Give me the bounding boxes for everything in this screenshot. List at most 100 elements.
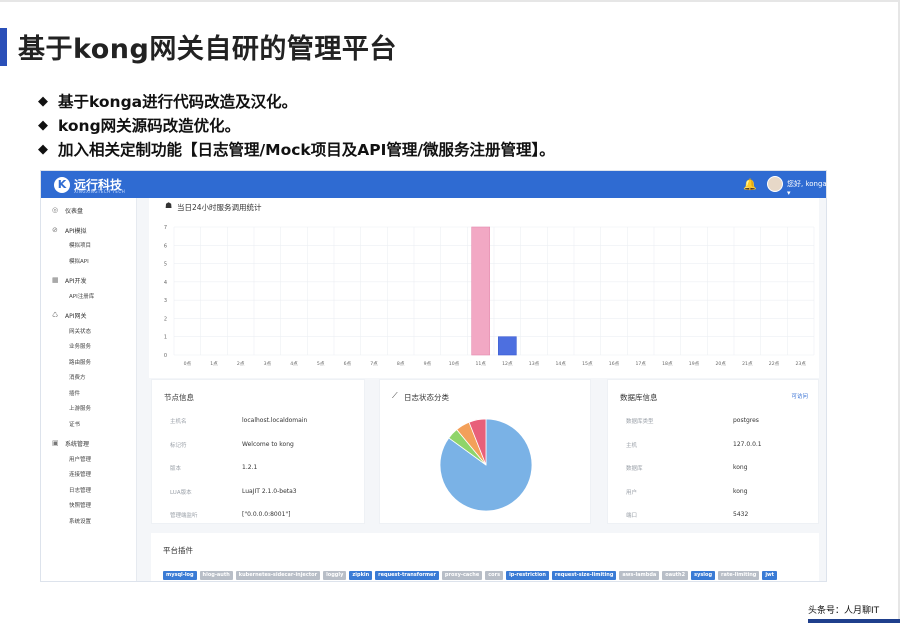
dashboard-icon: ◎ [52,206,59,214]
x-tick-label: 3点 [264,361,272,367]
y-tick-label: 2 [164,316,167,322]
sidebar-subitem[interactable]: 用户管理 [69,455,91,463]
plugin-tag[interactable]: syslog [691,571,716,580]
bell-icon[interactable]: 🔔 [743,178,757,191]
x-tick-label: 11点 [475,361,486,367]
x-tick-label: 18点 [662,361,673,367]
footer-line [808,619,900,623]
info-value: 127.0.0.1 [733,440,762,448]
y-tick-label: 7 [164,225,167,231]
x-tick-label: 15点 [582,361,593,367]
sidebar-item-label: API开发 [65,278,87,285]
db-info-title: 数据库信息 [620,393,658,402]
sidebar: ◎ 仪表盘 ⊘ API模拟 模拟项目 模拟API ▦ API开发 API注册库 ♺ API网关 网关状… [41,198,137,581]
info-value: kong [733,464,748,471]
y-tick-label: 4 [164,280,167,286]
bar [471,226,490,356]
info-key: 标记符 [170,442,187,449]
sidebar-subitem[interactable]: 模拟API [69,257,89,265]
info-value: ["0.0.0.0:8001"] [242,511,291,518]
plugin-tag[interactable]: kubernetes-sidecar-injector [235,571,321,580]
sidebar-subitem[interactable]: 插件 [69,389,80,397]
x-tick-label: 8点 [397,361,405,367]
info-key: 数据库类型 [626,419,654,425]
sidebar-subitem[interactable]: 网关状态 [69,327,91,335]
plugin-tag[interactable]: oauth2 [662,571,689,580]
sidebar-subitem[interactable]: 快照管理 [69,501,91,509]
plugin-tag[interactable]: rate-limiting [718,571,760,580]
plugin-tag[interactable]: request-size-limiting [551,571,617,580]
plugin-tag[interactable]: hlog-auth [199,571,233,580]
sidebar-subitem[interactable]: 证书 [69,420,80,428]
y-tick-label: 1 [164,335,167,341]
calls-chart-card: ☗ 当日24小时服务调用统计 0 1 2 3 4 5 6 7 0点 1点 2点 3点 4点 5点 6点 7点 8… [149,198,819,378]
sidebar-subitem[interactable]: API注册库 [69,292,94,300]
info-key: 端口 [626,513,638,519]
sidebar-subitem[interactable]: 系统设置 [69,517,91,525]
grid-icon: ▦ [52,276,59,284]
info-key: 用户 [626,489,638,496]
plugin-tag[interactable]: cors [485,571,504,580]
x-tick-label: 10点 [449,361,460,367]
title-accent-bar [0,28,7,66]
log-status-card: ⟋ 日志状态分类 [379,379,591,524]
x-tick-label: 13点 [529,361,540,367]
plugin-tag[interactable]: zipkin [349,571,373,580]
x-tick-label: 9点 [424,361,432,367]
plugin-tag[interactable]: request-transformer [375,571,439,580]
info-value: 5432 [733,511,749,518]
info-value: LuaJIT 2.1.0-beta3 [242,487,297,495]
bar [498,336,517,356]
info-key: 主机名 [170,419,187,425]
x-tick-label: 22点 [769,361,780,367]
plugins-title: 平台插件 [163,546,193,555]
bullet-item: ◆ 加入相关定制功能【日志管理/Mock项目及API管理/微服务注册管理】。 [38,138,555,162]
sidebar-subitem[interactable]: 业务服务 [69,342,91,350]
sidebar-subitem[interactable]: 日志管理 [69,486,91,494]
x-tick-label: 23点 [795,361,806,367]
plugin-tag[interactable]: ip-restriction [506,571,549,580]
plugin-tag[interactable]: jwt [762,571,778,580]
sidebar-item-label: API网关 [65,313,87,320]
sidebar-subitem[interactable]: 上游服务 [69,404,91,412]
bar-chart: 0 1 2 3 4 5 6 7 0点 1点 2点 3点 4点 5点 6点 7点 8点 9点 10点 11点 12点 13点… [164,225,815,367]
bullet-list: ◆ 基于konga进行代码改造及汉化。 ◆ kong网关源码改造优化。 ◆ 加入相关定… [38,90,555,162]
x-tick-label: 19点 [689,361,700,367]
plugin-tag[interactable]: mysql-log [163,571,197,580]
x-tick-label: 16点 [609,361,620,367]
watermark: 头条号：人月聊IT [808,606,880,616]
node-info-title: 节点信息 [164,393,194,402]
slide-border-top [0,0,900,2]
db-status-link[interactable]: 可访问 [791,392,808,400]
sidebar-subitem[interactable]: 连接管理 [69,470,91,478]
bullet-text: 加入相关定制功能【日志管理/Mock项目及API管理/微服务注册管理】。 [58,141,555,159]
slide-title: 基于kong网关自研的管理平台 [18,34,397,65]
sidebar-subitem[interactable]: 消费方 [69,373,86,381]
node-info-card: 节点信息 主机名 localhost.localdomain 标记符 Welcome … [151,379,365,524]
sidebar-subitem[interactable]: 模拟项目 [69,241,91,249]
info-key: 数据库 [626,466,643,472]
user-name: 您好, konga [787,180,827,188]
info-key: 主机 [626,442,638,449]
info-key: 版本 [170,466,182,472]
plugin-tag[interactable]: aws-lambda [619,571,660,580]
bullet-item: ◆ kong网关源码改造优化。 [38,114,555,138]
sidebar-subitem[interactable]: 路由服务 [69,358,91,366]
plugin-tag[interactable]: loggly [323,571,347,580]
x-tick-label: 7点 [370,361,378,367]
db-info-card: 数据库信息 可访问 数据库类型 postgres 主机 127.0.0.1 数据库 kon… [607,379,819,524]
x-tick-label: 14点 [555,361,566,367]
user-menu[interactable]: 您好, konga ▾ [787,179,827,197]
x-tick-label: 5点 [317,361,325,367]
x-tick-label: 2点 [237,361,245,367]
x-tick-label: 20点 [715,361,726,367]
shield-icon: ⊘ [52,225,58,234]
avatar[interactable] [767,176,783,192]
plugin-tags: mysql-log hlog-auth kubernetes-sidecar-inj… [163,571,778,580]
info-key: 管理端监听 [170,513,198,519]
gateway-icon: ♺ [52,311,59,319]
x-tick-label: 0点 [184,361,192,367]
y-tick-label: 5 [164,262,167,268]
x-tick-label: 21点 [742,361,753,367]
plugin-tag[interactable]: proxy-cache [441,571,483,580]
